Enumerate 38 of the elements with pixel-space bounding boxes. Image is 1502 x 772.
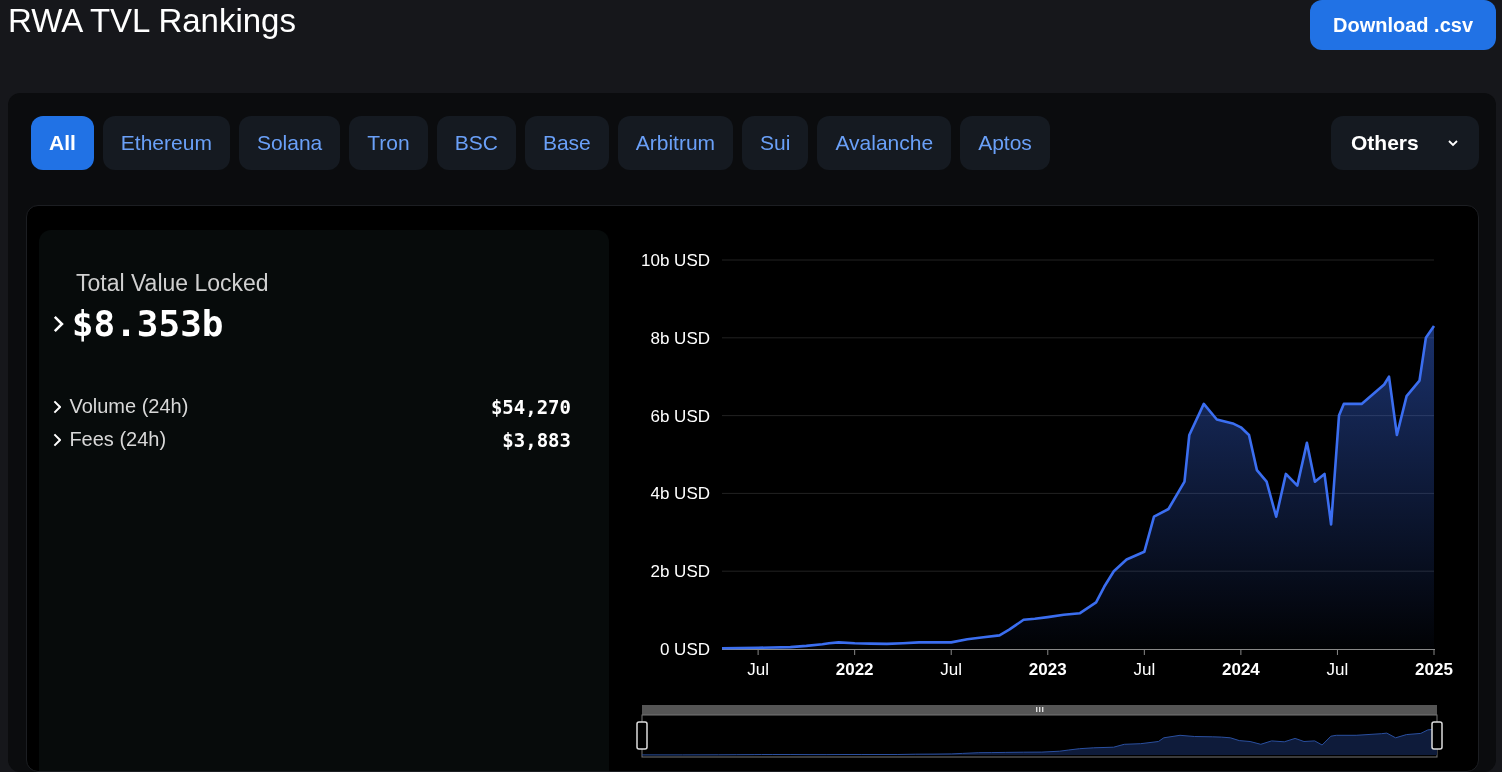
x-axis-label: Jul bbox=[1326, 660, 1349, 679]
y-axis-label: 6b USD bbox=[650, 406, 710, 426]
tvl-value: $8.353b bbox=[71, 303, 224, 344]
y-axis-label: 0 USD bbox=[659, 640, 710, 659]
metric-label[interactable]: Volume (24h) bbox=[69, 395, 189, 418]
x-axis-label: Jul bbox=[747, 660, 769, 679]
chain-tab[interactable]: Base bbox=[524, 116, 609, 170]
chain-tab[interactable]: Solana bbox=[238, 116, 341, 170]
chain-tab[interactable]: Avalanche bbox=[817, 116, 952, 170]
x-axis-label: 2024 bbox=[1222, 660, 1260, 679]
metric-value: $54,270 bbox=[490, 395, 571, 418]
y-axis-label: 2b USD bbox=[650, 562, 710, 582]
range-selector-drawing[interactable] bbox=[636, 705, 1443, 758]
chain-tab[interactable]: Arbitrum bbox=[617, 116, 734, 170]
y-axis-label: 4b USD bbox=[650, 484, 710, 504]
chain-tab[interactable]: Aptos bbox=[960, 116, 1050, 170]
y-axis-label: 8b USD bbox=[650, 328, 710, 348]
x-axis-label: 2022 bbox=[835, 660, 874, 679]
x-axis-label: Jul bbox=[940, 660, 963, 679]
chain-tab[interactable]: Ethereum bbox=[102, 116, 230, 170]
tvl-label: Total Value Locked bbox=[76, 270, 270, 297]
chain-tab[interactable]: Tron bbox=[349, 116, 428, 170]
x-axis-label: 2025 bbox=[1415, 660, 1453, 679]
chevron-right-icon bbox=[53, 399, 62, 414]
page-title: RWA TVL Rankings bbox=[8, 2, 296, 40]
chevron-right-icon bbox=[53, 314, 64, 333]
x-axis-label: 2023 bbox=[1028, 660, 1067, 679]
metric-value: $3,883 bbox=[502, 428, 571, 451]
metric-label[interactable]: Fees (24h) bbox=[69, 428, 167, 451]
y-axis-label: 10b USD bbox=[641, 251, 710, 270]
chevron-down-icon bbox=[1447, 139, 1459, 147]
chain-tab[interactable]: All bbox=[31, 116, 94, 170]
chain-tab[interactable]: BSC bbox=[436, 116, 516, 170]
chain-tab[interactable]: Sui bbox=[742, 116, 809, 170]
x-axis-label: Jul bbox=[1133, 660, 1156, 679]
others-dropdown[interactable]: Others bbox=[1331, 116, 1479, 170]
download-button[interactable]: Download .csv bbox=[1310, 0, 1496, 50]
chevron-right-icon bbox=[53, 432, 62, 447]
